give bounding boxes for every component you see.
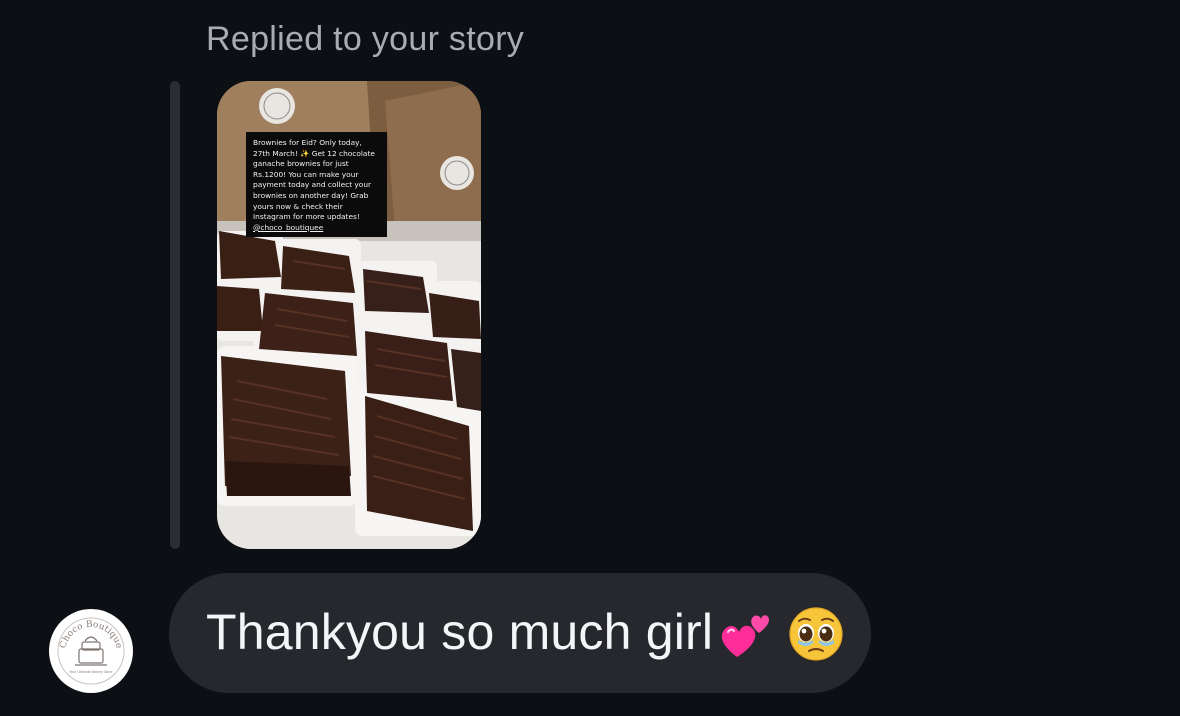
replied-to-story-label: Replied to your story bbox=[206, 20, 525, 58]
message-text-row: Thankyou so much girl bbox=[206, 603, 845, 663]
message-text: Thankyou so much girl bbox=[206, 604, 714, 660]
sender-avatar[interactable]: Choco Boutique Your Ultimate Bakery Stor… bbox=[49, 609, 133, 693]
message-bubble[interactable]: Thankyou so much girl bbox=[169, 573, 871, 693]
pleading-face-icon bbox=[789, 607, 843, 661]
quote-bar bbox=[170, 81, 180, 549]
avatar-tagline: Your Ultimate Bakery Store bbox=[70, 670, 113, 674]
story-caption-handle[interactable]: @choco_boutiquee bbox=[253, 223, 323, 232]
story-caption-text: Brownies for Eid? Only today, 27th March… bbox=[253, 138, 375, 222]
two-hearts-icon bbox=[722, 615, 770, 657]
choco-boutique-logo: Choco Boutique Your Ultimate Bakery Stor… bbox=[51, 611, 131, 691]
story-preview[interactable]: Brownies for Eid? Only today, 27th March… bbox=[217, 81, 481, 549]
dm-conversation: Replied to your story Brownies for Eid? … bbox=[0, 0, 1180, 716]
story-caption: Brownies for Eid? Only today, 27th March… bbox=[246, 132, 387, 238]
